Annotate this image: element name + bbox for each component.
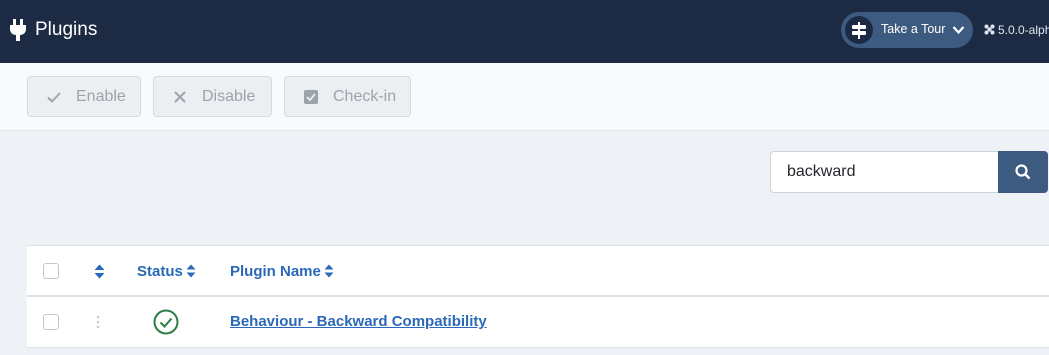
table-row: Behaviour - Backward Compatibility xyxy=(27,297,1049,348)
search-button[interactable] xyxy=(998,151,1048,193)
search-input[interactable] xyxy=(770,151,999,193)
plugin-name-column-header[interactable]: Plugin Name xyxy=(230,263,334,280)
version-info[interactable]: 5.0.0-alph xyxy=(984,23,1049,37)
take-a-tour-button[interactable]: Take a Tour xyxy=(841,12,973,48)
check-square-icon xyxy=(304,90,318,104)
table-header: Status Plugin Name xyxy=(27,246,1049,297)
top-header: Plugins Take a Tour 5.0.0-alph xyxy=(0,0,1049,63)
plugins-table: Status Plugin Name Behaviour - Backward … xyxy=(27,245,1049,348)
disable-label: Disable xyxy=(202,88,256,105)
joomla-icon xyxy=(984,24,995,35)
check-icon xyxy=(47,92,61,103)
select-all-checkbox[interactable] xyxy=(43,263,59,279)
row-checkbox[interactable] xyxy=(43,314,59,330)
check-circle-icon[interactable] xyxy=(153,309,179,335)
tour-label: Take a Tour xyxy=(881,22,946,36)
enable-label: Enable xyxy=(76,88,126,105)
signpost-icon xyxy=(845,16,873,44)
check-in-button[interactable]: Check-in xyxy=(284,76,411,117)
status-header-label: Status xyxy=(137,263,183,280)
version-label: 5.0.0-alph xyxy=(998,23,1049,37)
chevron-down-icon xyxy=(952,26,965,35)
close-icon xyxy=(174,91,186,103)
action-toolbar: Enable Disable Check-in xyxy=(0,63,1049,131)
drag-handle-icon[interactable] xyxy=(96,315,100,329)
status-column-header[interactable]: Status xyxy=(137,263,196,280)
sort-icon xyxy=(186,264,196,278)
plugin-name-header-label: Plugin Name xyxy=(230,263,321,280)
enable-button[interactable]: Enable xyxy=(27,76,141,117)
disable-button[interactable]: Disable xyxy=(153,76,272,117)
plug-icon xyxy=(10,19,26,41)
plugin-name-link[interactable]: Behaviour - Backward Compatibility xyxy=(230,313,487,330)
search-icon xyxy=(1015,164,1031,180)
sort-icon xyxy=(324,264,334,278)
page-title: Plugins xyxy=(35,19,98,40)
check-in-label: Check-in xyxy=(333,88,397,105)
ordering-sort-icon[interactable] xyxy=(94,264,105,279)
